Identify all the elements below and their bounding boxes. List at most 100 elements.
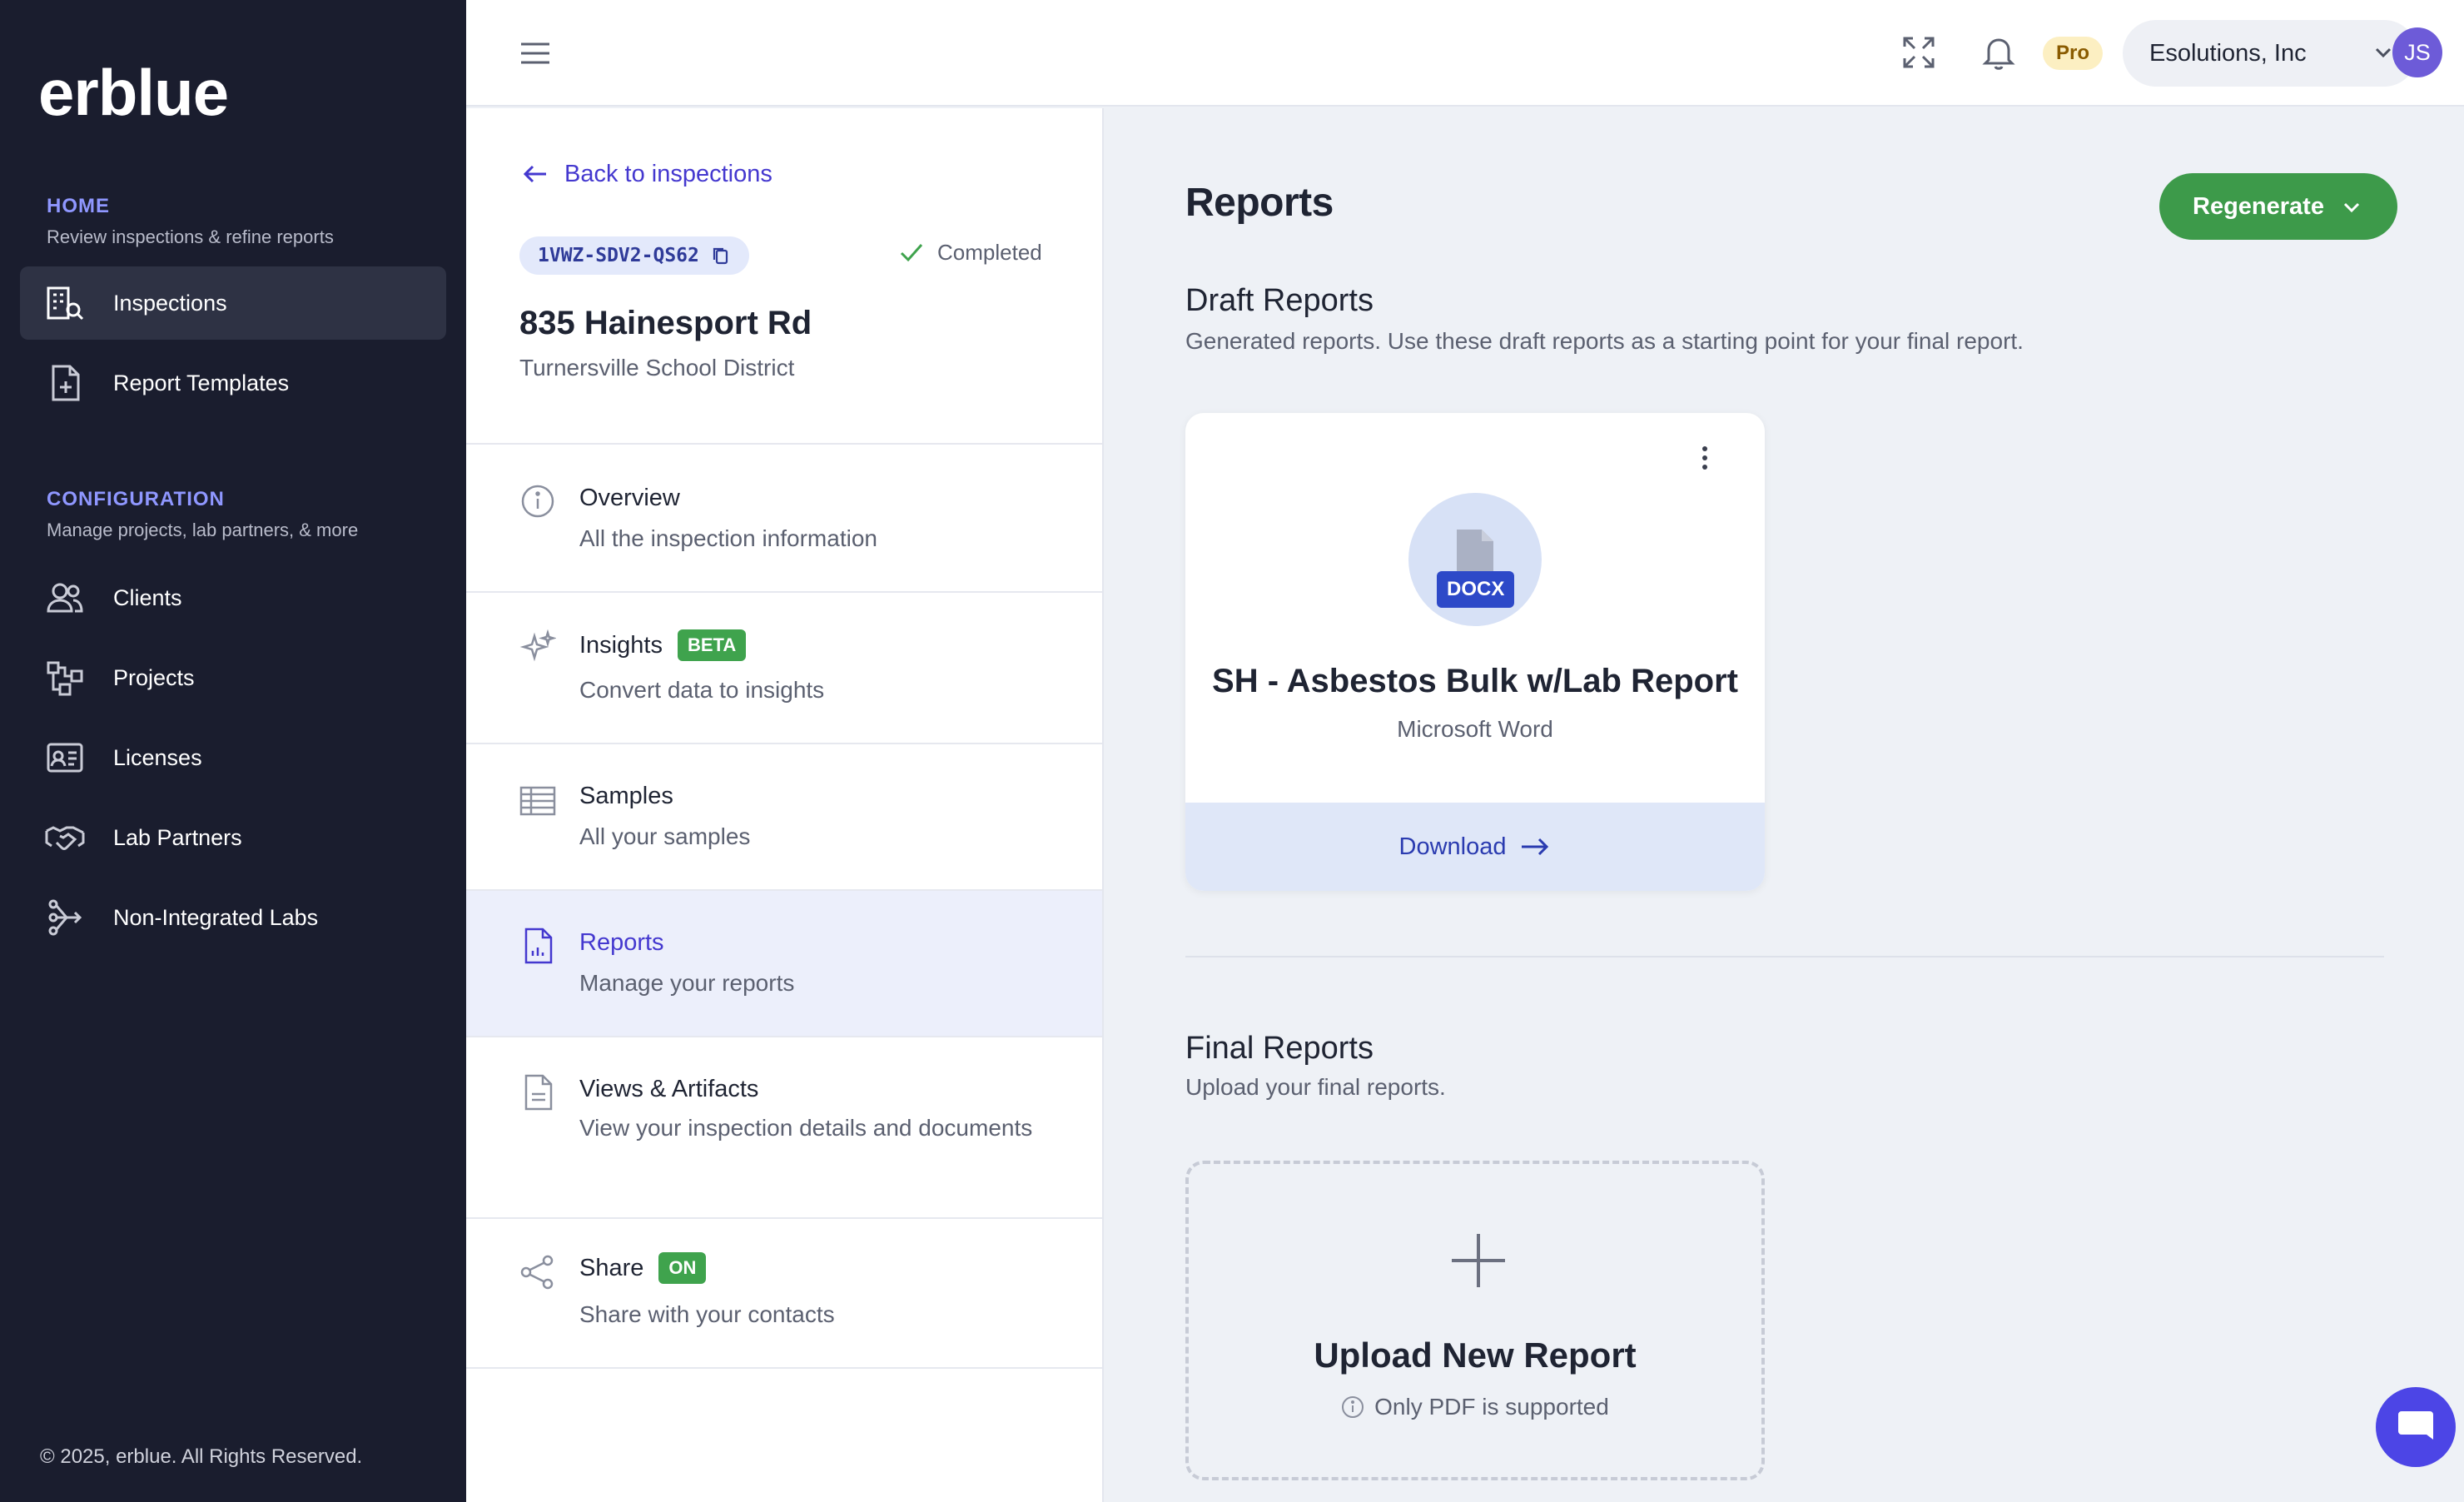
menu-item-reports[interactable]: Reports Manage your reports — [466, 889, 1102, 1036]
copy-icon — [713, 247, 728, 265]
menu-toggle-icon[interactable] — [518, 37, 553, 70]
upload-note: Only PDF is supported — [1189, 1394, 1761, 1420]
menu-item-views-artifacts[interactable]: Views & Artifacts View your inspection d… — [466, 1036, 1102, 1217]
organization-selector[interactable]: Esolutions, Inc — [2123, 20, 2417, 87]
menu-item-title: Samples — [579, 783, 673, 809]
more-options-icon[interactable] — [1690, 443, 1720, 473]
menu-item-subtitle: All your samples — [579, 823, 751, 849]
branch-arrow-icon — [45, 898, 85, 938]
sidebar-item-label: Clients — [113, 584, 182, 610]
chat-support-button[interactable] — [2376, 1387, 2456, 1467]
menu-item-title: Insights BETA — [579, 629, 747, 661]
info-icon — [1342, 1396, 1364, 1418]
draft-reports-subtitle: Generated reports. Use these draft repor… — [1185, 328, 2024, 354]
plan-badge: Pro — [2043, 37, 2104, 70]
sidebar-item-label: Inspections — [113, 290, 227, 316]
chevron-down-icon — [2343, 202, 2360, 213]
menu-item-title: Reports — [579, 929, 664, 956]
menu-item-subtitle: All the inspection information — [579, 525, 877, 551]
fullscreen-icon[interactable] — [1898, 32, 1940, 73]
beta-badge: BETA — [677, 629, 747, 661]
organization-name: Esolutions, Inc — [2149, 39, 2307, 67]
regenerate-label: Regenerate — [2193, 192, 2324, 220]
sidebar: erblue HOME Review inspections & refine … — [0, 0, 466, 1502]
download-label: Download — [1398, 833, 1507, 860]
users-icon — [45, 578, 85, 618]
sidebar-item-licenses[interactable]: Licenses — [20, 721, 446, 794]
section-divider — [1185, 956, 2384, 957]
home-section-title: HOME — [47, 195, 110, 217]
upload-note-text: Only PDF is supported — [1374, 1394, 1609, 1420]
menu-item-samples[interactable]: Samples All your samples — [466, 743, 1102, 889]
final-reports-title: Final Reports — [1185, 1031, 1374, 1066]
menu-item-title: Overview — [579, 485, 680, 511]
inspection-id: 1VWZ-SDV2-QS62 — [538, 245, 699, 266]
menu-item-title: Views & Artifacts — [579, 1076, 759, 1102]
menu-item-subtitle: View your inspection details and documen… — [579, 1115, 1033, 1141]
regenerate-button[interactable]: Regenerate — [2159, 173, 2397, 240]
configuration-section-subtitle: Manage projects, lab partners, & more — [47, 520, 359, 540]
menu-item-share[interactable]: Share ON Share with your contacts — [466, 1217, 1102, 1369]
copyright-footer: © 2025, erblue. All Rights Reserved. — [40, 1445, 363, 1468]
share-icon — [519, 1254, 556, 1291]
menu-item-insights[interactable]: Insights BETA Convert data to insights — [466, 591, 1102, 743]
inspection-district: Turnersville School District — [519, 355, 795, 380]
sidebar-item-report-templates[interactable]: Report Templates — [20, 346, 446, 420]
inspection-address: 835 Hainesport Rd — [519, 305, 812, 341]
inspection-id-chip[interactable]: 1VWZ-SDV2-QS62 — [519, 236, 749, 275]
report-name: SH - Asbestos Bulk w/Lab Report — [1212, 663, 1738, 699]
sidebar-item-label: Lab Partners — [113, 824, 242, 850]
sidebar-item-label: Licenses — [113, 744, 202, 770]
plus-icon — [1448, 1231, 1508, 1291]
building-search-icon — [45, 283, 85, 323]
arrow-right-icon — [1522, 838, 1549, 856]
menu-item-subtitle: Manage your reports — [579, 970, 795, 996]
sidebar-item-inspections[interactable]: Inspections — [20, 266, 446, 340]
sidebar-item-non-integrated-labs[interactable]: Non-Integrated Labs — [20, 881, 446, 954]
sidebar-item-label: Non-Integrated Labs — [113, 904, 319, 930]
info-icon — [519, 483, 556, 520]
menu-item-title-text: Share — [579, 1254, 644, 1281]
menu-item-subtitle: Convert data to insights — [579, 677, 825, 703]
page-title: Reports — [1185, 181, 1334, 225]
check-icon — [900, 244, 923, 262]
draft-report-card: DOCX SH - Asbestos Bulk w/Lab Report Mic… — [1185, 413, 1765, 891]
status-indicator: Completed — [897, 238, 1042, 266]
menu-item-overview[interactable]: Overview All the inspection information — [466, 443, 1102, 591]
docx-file-icon: DOCX — [1408, 493, 1542, 626]
home-section-subtitle: Review inspections & refine reports — [47, 226, 334, 247]
arrow-left-icon — [523, 165, 546, 183]
document-icon — [519, 1074, 556, 1111]
sparkles-icon — [519, 629, 556, 666]
sidebar-item-projects[interactable]: Projects — [20, 641, 446, 714]
top-bar: Pro Esolutions, Inc JS — [466, 0, 2464, 107]
final-reports-subtitle: Upload your final reports. — [1185, 1074, 1446, 1100]
upload-title: Upload New Report — [1314, 1335, 1637, 1375]
configuration-section-title: CONFIGURATION — [47, 488, 225, 510]
status-text: Completed — [937, 239, 1042, 265]
file-plus-icon — [45, 363, 85, 403]
id-card-icon — [45, 738, 85, 778]
menu-item-title-text: Insights — [579, 631, 663, 659]
menu-item-title: Share ON — [579, 1252, 707, 1284]
bell-icon[interactable] — [1978, 32, 2019, 73]
sidebar-item-label: Report Templates — [113, 370, 290, 395]
back-to-inspections-link[interactable]: Back to inspections — [521, 160, 772, 188]
menu-item-subtitle: Share with your contacts — [579, 1301, 835, 1327]
sidebar-item-clients[interactable]: Clients — [20, 561, 446, 634]
download-button[interactable]: Download — [1185, 803, 1765, 891]
sidebar-item-label: Projects — [113, 664, 195, 690]
user-avatar[interactable]: JS — [2392, 27, 2442, 77]
upload-report-dropzone[interactable]: Upload New Report Only PDF is supported — [1185, 1161, 1765, 1480]
sidebar-item-lab-partners[interactable]: Lab Partners — [20, 801, 446, 874]
draft-reports-title: Draft Reports — [1185, 283, 1374, 318]
back-link-label: Back to inspections — [564, 160, 772, 187]
table-icon — [519, 783, 556, 819]
handshake-icon — [45, 818, 85, 858]
file-type-badge: DOCX — [1437, 571, 1515, 608]
inspection-panel: Back to inspections 1VWZ-SDV2-QS62 Compl… — [466, 108, 1104, 1502]
hierarchy-icon — [45, 658, 85, 698]
erblue-logo[interactable]: erblue — [38, 55, 229, 131]
share-on-badge: ON — [658, 1252, 707, 1284]
report-icon — [519, 928, 556, 964]
